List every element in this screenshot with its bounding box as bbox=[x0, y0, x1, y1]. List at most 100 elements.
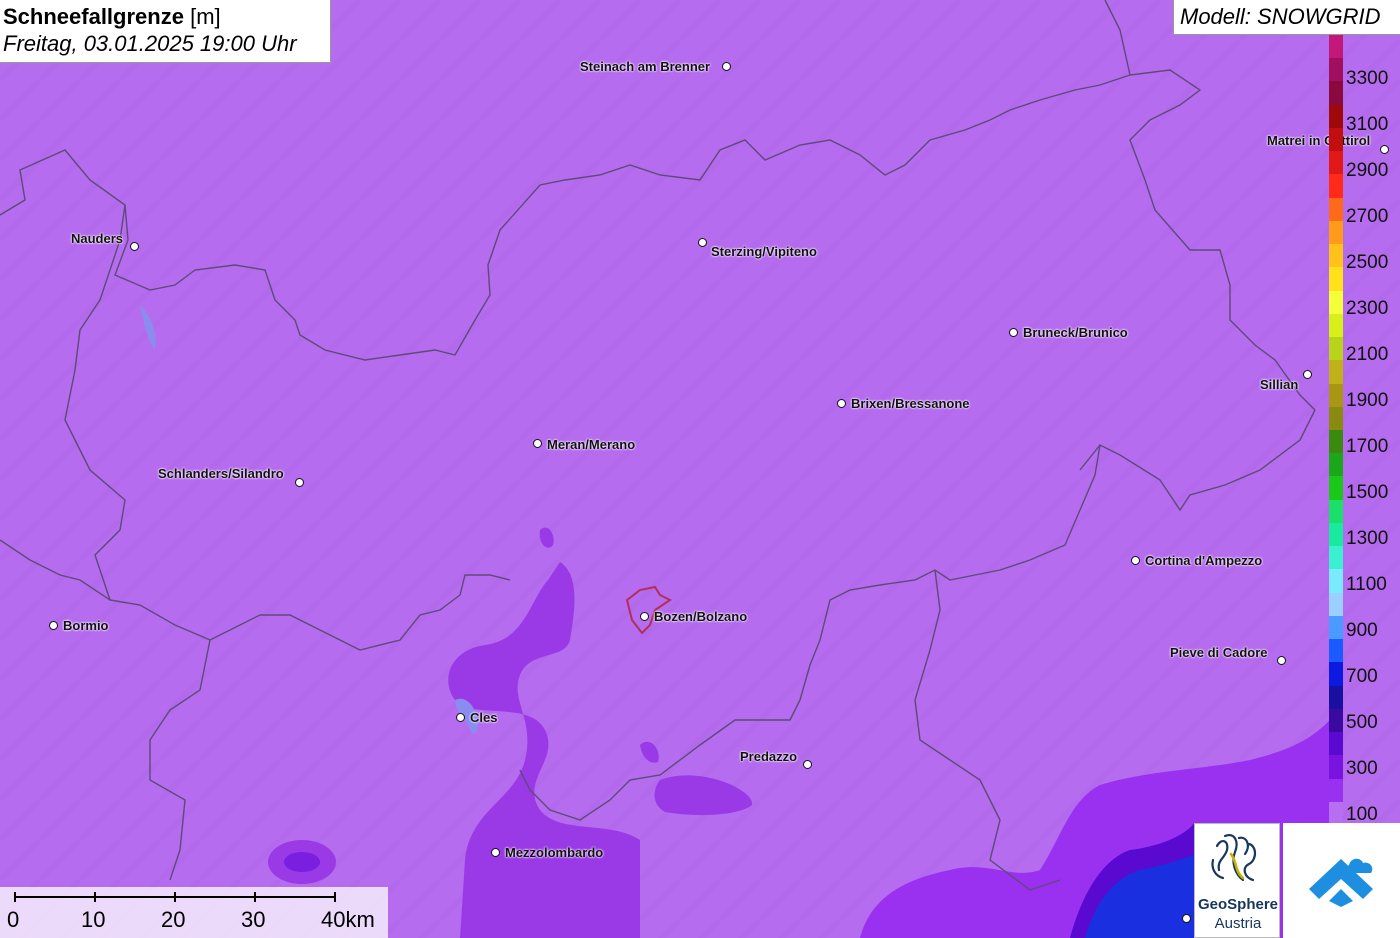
legend-color-step bbox=[1329, 104, 1343, 128]
city-label-brixen: Brixen/Bressanone bbox=[851, 396, 970, 411]
city-label-steinach: Steinach am Brenner bbox=[580, 59, 711, 74]
city-label-sterzing: Sterzing/Vipiteno bbox=[711, 244, 817, 259]
legend-color-step bbox=[1329, 639, 1343, 663]
legend-color-step bbox=[1329, 546, 1343, 570]
legend-color-step bbox=[1329, 453, 1343, 477]
scale-tick bbox=[334, 892, 336, 902]
scale-label: 0 bbox=[7, 907, 20, 932]
map-title-unit: [m] bbox=[190, 4, 221, 29]
legend-label: 1700 bbox=[1346, 436, 1389, 457]
map-title-box: Schneefallgrenze [m] Freitag, 03.01.2025… bbox=[0, 0, 331, 63]
legend-color-step bbox=[1329, 313, 1343, 338]
legend-label: 500 bbox=[1346, 712, 1378, 733]
city-marker[interactable] bbox=[130, 242, 139, 251]
scale-label: 40km bbox=[321, 907, 375, 932]
city-label-schlanders: Schlanders/Silandro bbox=[158, 466, 284, 481]
city-marker[interactable] bbox=[1009, 328, 1018, 337]
city-label-cles: Cles bbox=[470, 710, 498, 725]
legend-label: 3300 bbox=[1346, 68, 1389, 89]
scale-tick bbox=[254, 892, 256, 902]
legend-color-step bbox=[1329, 569, 1343, 593]
legend-label: 300 bbox=[1346, 758, 1378, 779]
map-stage: Steinach am Brenner Matrei in Osttirol N… bbox=[0, 0, 1400, 938]
legend-color-step bbox=[1329, 499, 1343, 523]
city-label-nauders: Nauders bbox=[71, 231, 124, 246]
city-marker[interactable] bbox=[640, 612, 649, 621]
legend-color-step bbox=[1329, 290, 1343, 314]
legend-color-step bbox=[1329, 801, 1343, 825]
color-legend: 3300 3100 2900 2700 2500 2300 2100 1900 1700 1500… bbox=[1329, 35, 1400, 825]
city-marker[interactable] bbox=[1131, 556, 1140, 565]
legend-color-step bbox=[1329, 662, 1343, 686]
legend-color-step bbox=[1329, 244, 1343, 268]
legend-color-step bbox=[1329, 337, 1343, 361]
legend-label: 1100 bbox=[1346, 574, 1387, 595]
scale-tick bbox=[14, 892, 16, 902]
city-marker[interactable] bbox=[533, 439, 542, 448]
city-label-mezzolombardo: Mezzolombardo bbox=[505, 845, 604, 860]
legend-color-step bbox=[1329, 220, 1343, 245]
legend-color-step bbox=[1329, 174, 1343, 198]
city-label-pieve: Pieve di Cadore bbox=[1170, 645, 1268, 660]
city-label-meran: Meran/Merano bbox=[547, 437, 636, 452]
legend-label: 1900 bbox=[1346, 390, 1389, 411]
geosphere-logo[interactable]: GeoSphere Austria bbox=[1194, 823, 1280, 938]
city-marker[interactable] bbox=[837, 399, 846, 408]
legend-color-step bbox=[1329, 708, 1343, 733]
city-label-bormio: Bormio bbox=[63, 618, 109, 633]
legend-color-step bbox=[1329, 383, 1343, 407]
legend-label: 2100 bbox=[1346, 344, 1389, 365]
geosphere-logo-icon bbox=[1211, 834, 1257, 882]
scale-tick bbox=[174, 892, 176, 902]
legend-color-step bbox=[1329, 58, 1343, 82]
scale-tick bbox=[94, 892, 96, 902]
city-label-bozen: Bozen/Bolzano bbox=[654, 609, 748, 624]
logo-subname: Austria bbox=[1214, 915, 1262, 932]
legend-label: 1500 bbox=[1346, 482, 1389, 503]
snowline-patch-core bbox=[284, 852, 320, 872]
scale-label: 30 bbox=[241, 907, 266, 932]
legend-label: 1300 bbox=[1346, 528, 1389, 549]
legend-color-step bbox=[1329, 127, 1343, 152]
scale-bar: 0 10 20 30 40km bbox=[0, 887, 388, 938]
map-title: Schneefallgrenze [m] bbox=[3, 4, 221, 29]
legend-color-step bbox=[1329, 151, 1343, 175]
legend-color-step bbox=[1329, 476, 1343, 500]
legend-color-step bbox=[1329, 592, 1343, 616]
legend-label: 100 bbox=[1346, 804, 1378, 825]
city-marker[interactable] bbox=[803, 760, 812, 769]
city-label-sillian: Sillian bbox=[1260, 377, 1299, 392]
city-marker[interactable] bbox=[49, 621, 58, 630]
legend-label: 2300 bbox=[1346, 298, 1389, 319]
city-marker[interactable] bbox=[1303, 370, 1312, 379]
model-label: Modell: SNOWGRID bbox=[1173, 0, 1400, 35]
scale-label: 20 bbox=[161, 907, 186, 932]
city-marker[interactable] bbox=[295, 478, 304, 487]
city-label-cortina: Cortina d'Ampezzo bbox=[1145, 553, 1263, 568]
legend-color-step bbox=[1329, 360, 1343, 384]
legend-color-step bbox=[1329, 406, 1343, 430]
logo-name: GeoSphere bbox=[1197, 896, 1279, 913]
legend-label: 3100 bbox=[1346, 114, 1389, 135]
legend-color-step bbox=[1329, 732, 1343, 756]
legend-color-step bbox=[1329, 615, 1343, 640]
city-marker[interactable] bbox=[698, 238, 707, 247]
legend-color-step bbox=[1329, 35, 1343, 59]
city-marker[interactable] bbox=[1182, 914, 1191, 923]
city-label-bruneck: Bruneck/Brunico bbox=[1023, 325, 1128, 340]
legend-color-step bbox=[1329, 267, 1343, 291]
legend-color-step bbox=[1329, 522, 1343, 547]
city-marker[interactable] bbox=[722, 62, 731, 71]
city-label-predazzo: Predazzo bbox=[740, 749, 798, 764]
legend-color-step bbox=[1329, 755, 1343, 779]
city-marker[interactable] bbox=[456, 713, 465, 722]
app-logo[interactable] bbox=[1283, 823, 1400, 938]
city-marker[interactable] bbox=[1277, 656, 1286, 665]
city-marker[interactable] bbox=[491, 848, 500, 857]
legend-color-step bbox=[1329, 429, 1343, 454]
map-datetime: Freitag, 03.01.2025 19:00 Uhr bbox=[3, 31, 297, 56]
legend-label: 2900 bbox=[1346, 160, 1389, 181]
legend-label: 2500 bbox=[1346, 252, 1389, 273]
legend-color-step bbox=[1329, 778, 1343, 802]
legend-label: 700 bbox=[1346, 666, 1378, 687]
